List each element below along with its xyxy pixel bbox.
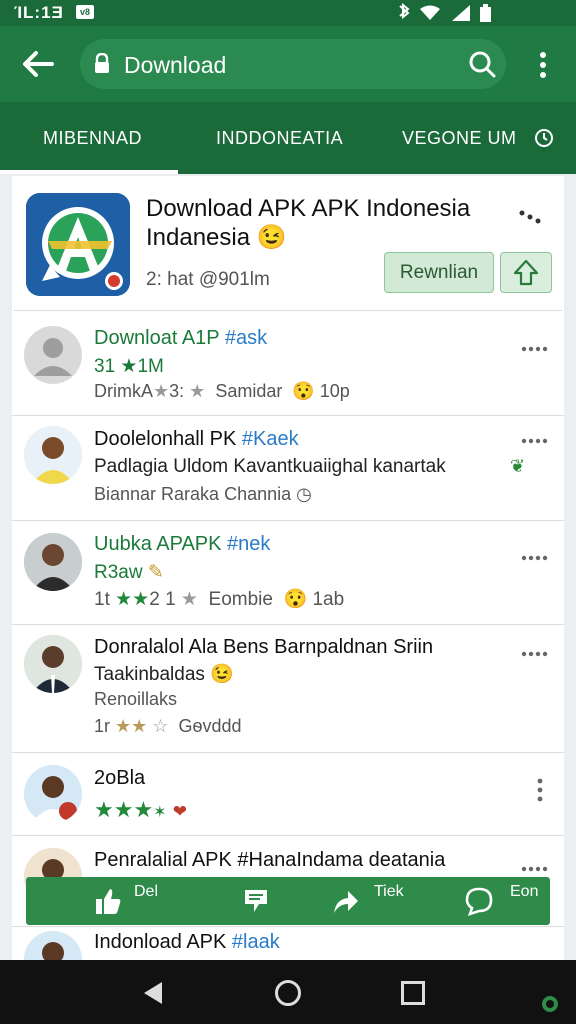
like-label[interactable]: Del bbox=[134, 883, 158, 901]
assistant-icon bbox=[542, 996, 558, 1012]
review-text: Taakinbaldas 😉 bbox=[94, 664, 234, 685]
tab-inddoneatia[interactable]: INDDONEATIA bbox=[216, 128, 343, 149]
review-title: Uubka APAPK #nek bbox=[94, 533, 271, 555]
search-query: Download bbox=[124, 52, 227, 78]
more-horiz-icon[interactable] bbox=[520, 551, 548, 565]
app-card[interactable]: Download APK APK Indonesia Indanesia 😉 2… bbox=[14, 176, 562, 311]
toolbar: Download bbox=[0, 26, 576, 102]
review-rating-line: 31 ★1M bbox=[94, 356, 164, 377]
arrow-up-icon bbox=[513, 259, 539, 286]
avatar bbox=[24, 765, 82, 823]
review-item[interactable]: Donralalol Ala Bens Barnpaldnan Sriin Ta… bbox=[12, 625, 564, 753]
content-list: Download APK APK Indonesia Indanesia 😉 2… bbox=[12, 176, 564, 966]
upload-button[interactable] bbox=[500, 252, 552, 293]
more-horiz-icon[interactable] bbox=[520, 647, 548, 661]
review-title: Downloat A1P #ask bbox=[94, 327, 268, 349]
share-icon[interactable] bbox=[330, 885, 360, 917]
review-item[interactable]: Uubka APAPK #nek R3aw ✎ 1t ★★2 1 ★ Eombi… bbox=[12, 521, 564, 625]
chat-bubble-icon[interactable] bbox=[464, 885, 494, 917]
review-text: Padlagia Uldom Kavantkuaiighal kanartak bbox=[94, 456, 446, 477]
comment-label[interactable]: Eon bbox=[510, 883, 538, 901]
more-horiz-icon[interactable] bbox=[520, 342, 548, 356]
tab-mibennad[interactable]: MIBENNAD bbox=[43, 128, 142, 149]
lock-icon bbox=[95, 53, 109, 73]
signal-icon bbox=[452, 5, 470, 21]
arrow-left-icon[interactable] bbox=[20, 48, 56, 80]
review-meta: 1r ★★ ☆ Gѳvddd bbox=[94, 716, 242, 736]
status-bar: ΊL:1Ǝ v8 bbox=[0, 0, 576, 26]
thumbs-up-icon[interactable] bbox=[94, 885, 122, 917]
review-item[interactable]: 2oBla ★★★✶ ❤ bbox=[12, 753, 564, 836]
wifi-icon bbox=[420, 5, 440, 20]
install-button[interactable]: Rewnlian bbox=[384, 252, 494, 293]
review-title: 2oBla bbox=[94, 767, 146, 789]
notification-icon: v8 bbox=[76, 5, 94, 19]
recents-nav-icon[interactable] bbox=[400, 980, 426, 1006]
more-horiz-icon[interactable] bbox=[520, 862, 548, 876]
more-vert-icon[interactable] bbox=[536, 777, 544, 803]
more-horiz-icon[interactable] bbox=[520, 434, 548, 448]
avatar bbox=[24, 326, 82, 384]
share-label[interactable]: Tiek bbox=[374, 883, 404, 901]
search-input[interactable]: Download bbox=[80, 39, 506, 89]
avatar bbox=[24, 533, 82, 591]
review-meta: 1t ★★2 1 ★ Eombie 😯 1ab bbox=[94, 589, 345, 610]
review-item[interactable]: Downloat A1P #ask 31 ★1M DrimkA★3: ★ Sam… bbox=[12, 312, 564, 416]
review-rating: ★★★✶ ❤ bbox=[94, 797, 187, 822]
app-meta: 2: hat @901lm bbox=[146, 269, 270, 290]
status-icons bbox=[399, 3, 491, 22]
home-nav-icon[interactable] bbox=[274, 979, 302, 1007]
flag-icon[interactable] bbox=[242, 885, 270, 917]
review-title: Donralalol Ala Bens Barnpaldnan Sriin bbox=[94, 636, 434, 658]
bluetooth-icon bbox=[399, 3, 410, 20]
avatar bbox=[24, 635, 82, 693]
battery-icon bbox=[480, 4, 491, 22]
review-meta: Biannar Raraka Channia ◷ bbox=[94, 484, 312, 504]
navigation-bar bbox=[0, 960, 576, 1024]
review-title: Indonload APK #laak bbox=[94, 931, 280, 953]
avatar bbox=[24, 426, 82, 484]
review-title: Doolelonhall PK #Kaek bbox=[94, 428, 299, 450]
back-nav-icon[interactable] bbox=[140, 980, 164, 1006]
review-item[interactable]: Doolelonhall PK #Kaek Padlagia Uldom Kav… bbox=[12, 416, 564, 521]
more-icon[interactable] bbox=[518, 208, 542, 224]
review-subtext: Renoillaks bbox=[94, 689, 178, 709]
tab-indicator bbox=[0, 170, 178, 174]
app-title: Download APK APK Indonesia Indanesia 😉 bbox=[146, 195, 471, 251]
clock-icon[interactable] bbox=[534, 128, 554, 148]
action-bar: Del Tiek Eon bbox=[26, 877, 550, 925]
tab-vegone-um[interactable]: VEGONE UM bbox=[402, 128, 517, 149]
tab-bar: MIBENNAD INDDONEATIA VEGONE UM bbox=[0, 102, 576, 174]
status-time: ΊL:1Ǝ bbox=[14, 3, 64, 22]
review-meta: DrimkA★3: ★ Samidar 😯 10p bbox=[94, 381, 350, 401]
more-vert-icon[interactable] bbox=[530, 50, 556, 80]
emoji-icon: ❦ bbox=[510, 456, 526, 476]
app-icon bbox=[26, 193, 130, 296]
review-title: Penralalial APK #HanaIndama deatania bbox=[94, 849, 446, 871]
review-rating-line: R3aw ✎ bbox=[94, 562, 164, 583]
search-icon[interactable] bbox=[468, 50, 496, 78]
